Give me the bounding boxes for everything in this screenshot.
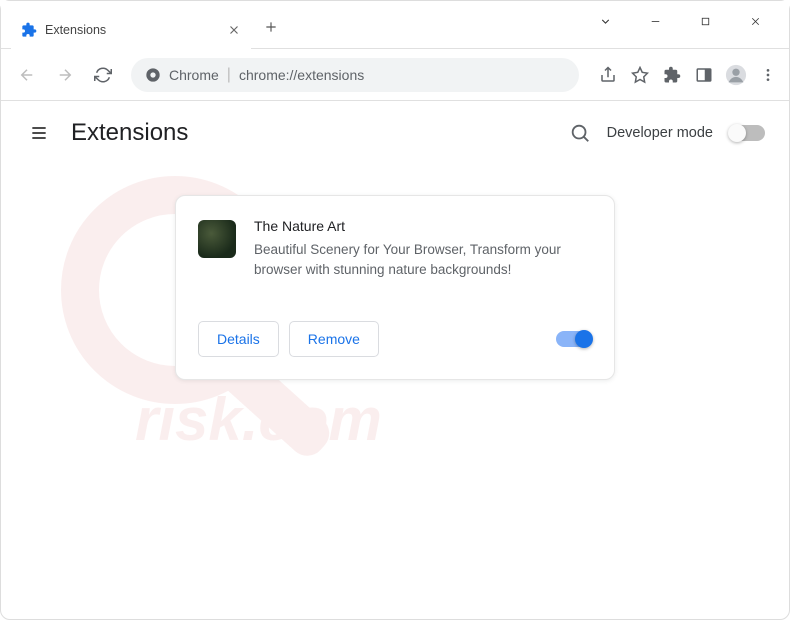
omnibox-origin: Chrome [169,67,219,83]
page-title: Extensions [71,119,188,147]
minimize-button[interactable] [639,7,671,35]
hamburger-menu-icon[interactable] [25,119,53,147]
maximize-button[interactable] [689,7,721,35]
developer-mode-label: Developer mode [607,125,713,141]
browser-tab[interactable]: Extensions [11,11,251,49]
toolbar-right [597,64,779,86]
reload-button[interactable] [87,59,119,91]
caret-down-icon[interactable] [589,7,621,35]
page-header-actions: Developer mode [569,122,765,144]
bookmark-star-icon[interactable] [629,64,651,86]
extension-enable-toggle[interactable] [556,331,592,347]
close-window-button[interactable] [739,7,771,35]
address-bar[interactable]: Chrome | chrome://extensions [131,58,579,92]
extension-card: The Nature Art Beautiful Scenery for You… [175,195,615,380]
extension-card-header: The Nature Art Beautiful Scenery for You… [198,218,592,281]
puzzle-icon [21,22,37,38]
tab-title: Extensions [45,23,219,37]
remove-button[interactable]: Remove [289,321,379,357]
extensions-icon[interactable] [661,64,683,86]
close-icon[interactable] [227,23,241,37]
forward-button[interactable] [49,59,81,91]
sidepanel-icon[interactable] [693,64,715,86]
browser-toolbar: Chrome | chrome://extensions [1,49,789,101]
omnibox-separator: | [227,66,231,84]
back-button[interactable] [11,59,43,91]
extension-icon [198,220,236,258]
search-icon[interactable] [569,122,591,144]
window-titlebar: Extensions [1,1,789,49]
share-icon[interactable] [597,64,619,86]
chrome-icon [145,67,161,83]
profile-avatar[interactable] [725,64,747,86]
developer-mode-toggle[interactable] [729,125,765,141]
kebab-menu-icon[interactable] [757,64,779,86]
svg-text:risk.com: risk.com [135,386,382,453]
extension-card-actions: Details Remove [198,321,592,357]
new-tab-button[interactable] [257,13,285,41]
page-content: Extensions Developer mode The Nature Art… [1,101,789,380]
extension-description: Beautiful Scenery for Your Browser, Tran… [254,240,592,281]
omnibox-url: chrome://extensions [239,67,364,83]
details-button[interactable]: Details [198,321,279,357]
window-controls [589,1,789,35]
extension-name: The Nature Art [254,218,592,234]
page-header: Extensions Developer mode [1,101,789,165]
